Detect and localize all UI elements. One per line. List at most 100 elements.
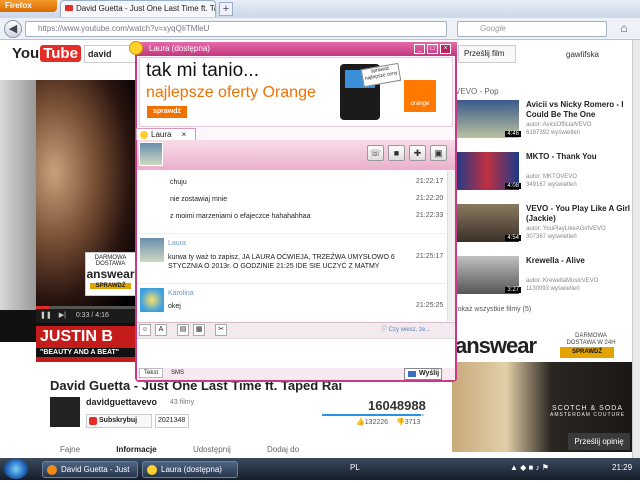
thumbs-up-icon[interactable]: 👍 bbox=[356, 419, 365, 426]
sidebar-video-1[interactable]: 4:46 Avicii vs Nicky Romero - I Could Be… bbox=[455, 100, 631, 146]
chat-tab[interactable]: Laura × bbox=[136, 128, 196, 140]
video-thumbnail[interactable]: 4:08 bbox=[455, 152, 521, 190]
feedback-button[interactable]: Prześlij opinię bbox=[568, 433, 630, 450]
video-title-link[interactable]: VEVO - You Play Like A Girl (Jackie) bbox=[526, 204, 631, 224]
tab-text[interactable]: Tekst bbox=[139, 368, 164, 378]
message-text: z moimi marzeniami o efajeczce hahahahha… bbox=[170, 213, 311, 220]
sidebar-video-2[interactable]: 4:08 MKTO - Thank You autor: MKTOVEVO 349… bbox=[455, 152, 631, 198]
video-views: 349167 wyświetleń bbox=[526, 182, 577, 188]
gift-icon[interactable]: ▣ bbox=[430, 145, 447, 161]
next-icon[interactable]: ▶| bbox=[59, 312, 66, 319]
video-thumbnail[interactable]: 3:27 bbox=[455, 256, 521, 294]
duration-badge: 4:46 bbox=[505, 131, 521, 137]
games-icon[interactable]: ✚ bbox=[409, 145, 426, 161]
video-meta: autor: MKTOVEVO 349167 wyświetleń bbox=[526, 173, 577, 189]
video-tabs: Fajne Informacje Udostępnij Dodaj do bbox=[60, 445, 430, 454]
message-text: chuju bbox=[170, 179, 187, 186]
dislikes-count: 3713 bbox=[404, 419, 421, 426]
tab-share[interactable]: Udostępnij bbox=[193, 445, 231, 454]
browser-search-input[interactable]: Google bbox=[457, 21, 607, 37]
tab-add-to[interactable]: Dodaj do bbox=[267, 445, 299, 454]
emoticon-icon[interactable]: ☺ bbox=[139, 324, 151, 336]
sender-avatar[interactable] bbox=[140, 288, 164, 312]
system-tray-icons[interactable]: ▲ ◆ ■ ♪ ⚑ bbox=[510, 463, 549, 472]
youtube-logo[interactable]: You Tube bbox=[12, 45, 81, 62]
tools-icon[interactable]: ✂ bbox=[215, 324, 227, 336]
pause-icon[interactable]: ❚❚ bbox=[40, 312, 52, 319]
player-ad-overlay[interactable]: DARMOWA DOSTAWA answear SPRAWDŹ bbox=[85, 252, 136, 296]
message-scrollbar[interactable] bbox=[447, 171, 455, 321]
video-call-icon[interactable]: ■ bbox=[388, 145, 405, 161]
message-text: nie zostawiaj mnie bbox=[170, 196, 228, 203]
player-controls: ❚❚ ▶| 0:33 / 4:16 bbox=[36, 309, 136, 323]
maximize-icon[interactable]: □ bbox=[427, 44, 438, 54]
ad-logo: answear bbox=[86, 267, 135, 281]
sidebar-video-4[interactable]: 3:27 Krewella - Alive autor: KrewellaMus… bbox=[455, 256, 631, 302]
tip-text: Czy wiesz, że... bbox=[388, 327, 431, 333]
smiley-icon bbox=[129, 41, 143, 55]
message-input[interactable] bbox=[137, 338, 455, 368]
taskbar-firefox[interactable]: David Guetta - Just ... bbox=[42, 461, 138, 483]
video-thumbnail[interactable]: 4:46 bbox=[455, 100, 521, 138]
video-title-link[interactable]: MKTO - Thank You bbox=[526, 152, 631, 162]
video-author[interactable]: autor: KrewellaMusicVEVO bbox=[526, 277, 598, 285]
new-tab-button[interactable]: + bbox=[219, 2, 233, 16]
show-more-link[interactable]: Pokaż wszystkie filmy (5) bbox=[453, 306, 531, 313]
phone-icon[interactable]: ☏ bbox=[367, 145, 384, 161]
orange-logo: orange bbox=[404, 80, 436, 112]
send-button[interactable]: Wyślij bbox=[404, 368, 442, 380]
font-icon[interactable]: A bbox=[155, 324, 167, 336]
home-icon[interactable]: ⌂ bbox=[615, 21, 633, 37]
duration-badge: 4:08 bbox=[505, 183, 521, 189]
channel-avatar[interactable] bbox=[50, 397, 80, 427]
url-bar[interactable]: https://www.youtube.com/watch?v=xyqQIiTM… bbox=[25, 21, 447, 37]
taskbar-chat[interactable]: Laura (dostępna) bbox=[142, 461, 238, 478]
file-icon[interactable]: ▤ bbox=[177, 324, 189, 336]
message-separator bbox=[139, 283, 445, 284]
subscribe-button[interactable]: Subskrybuj bbox=[86, 414, 152, 428]
username[interactable]: gawlifska bbox=[566, 50, 599, 59]
ad-button[interactable]: SPRAWDŹ bbox=[90, 283, 131, 289]
close-tab-icon[interactable]: × bbox=[181, 130, 186, 139]
thumbs-down-icon[interactable]: 👎 bbox=[396, 419, 405, 426]
upload-button[interactable]: Prześlij film bbox=[458, 45, 516, 63]
video-thumbnail[interactable]: 4:54 bbox=[455, 204, 521, 242]
sidebar-header: VEVO - Pop bbox=[455, 87, 499, 96]
sidebar-video-3[interactable]: 4:54 VEVO - You Play Like A Girl (Jackie… bbox=[455, 204, 631, 250]
video-author[interactable]: autor: AviciiOfficialVEVO bbox=[526, 121, 591, 129]
video-author[interactable]: autor: YouPlayLikeAGirlVEVO bbox=[526, 225, 606, 233]
close-icon[interactable]: × bbox=[440, 44, 451, 54]
windows-start-icon[interactable] bbox=[4, 459, 28, 479]
banner-check-button[interactable]: sprawdź bbox=[147, 106, 187, 118]
video-author[interactable]: autor: MKTOVEVO bbox=[526, 173, 577, 181]
tip-link[interactable]: ⓘ Czy wiesz, że... bbox=[381, 324, 430, 333]
chat-titlebar[interactable]: Laura (dostępna) bbox=[135, 42, 457, 56]
channel-name[interactable]: davidguettavevo bbox=[86, 397, 157, 407]
brand-name: SCOTCH & SODA bbox=[552, 405, 623, 412]
video-title-link[interactable]: Avicii vs Nicky Romero - I Could Be The … bbox=[526, 100, 631, 120]
browser-tab-active[interactable]: David Guetta - Just One Last Time ft. Ta… bbox=[60, 0, 216, 17]
minimize-icon[interactable]: _ bbox=[414, 44, 425, 54]
brand-sub: AMSTERDAM COUTURE bbox=[550, 412, 626, 418]
channel-videos[interactable]: 43 filmy bbox=[170, 399, 194, 406]
ad-check-button[interactable]: SPRAWDŹ bbox=[560, 347, 614, 358]
message-text: kurwa ty waż to zapisz, JA LAURA OĆWIEJA… bbox=[168, 254, 395, 270]
likes-dislikes: 👍132226 👎3713 bbox=[356, 418, 420, 426]
message-time: 21:25:17 bbox=[416, 253, 444, 260]
page-scrollbar[interactable] bbox=[632, 40, 640, 458]
back-arrow-icon[interactable]: ◀ bbox=[4, 20, 22, 38]
image-icon[interactable]: ▦ bbox=[193, 324, 205, 336]
video-title-link[interactable]: Krewella - Alive bbox=[526, 256, 631, 266]
contact-avatar[interactable] bbox=[139, 142, 163, 166]
sender-avatar[interactable] bbox=[140, 238, 164, 262]
sender-name: Karolina bbox=[168, 290, 194, 297]
ad-logo[interactable]: answear bbox=[455, 333, 537, 359]
firefox-menu-button[interactable]: Firefox bbox=[0, 0, 57, 12]
chat-header bbox=[137, 140, 455, 170]
tab-info[interactable]: Informacje bbox=[116, 445, 156, 454]
tab-sms[interactable]: SMS bbox=[166, 368, 189, 378]
tab-like[interactable]: Fajne bbox=[60, 445, 80, 454]
banner-headline: tak mi tanio... bbox=[146, 60, 259, 81]
clock[interactable]: 21:29 bbox=[612, 463, 632, 472]
language-indicator[interactable]: PL bbox=[350, 463, 360, 472]
